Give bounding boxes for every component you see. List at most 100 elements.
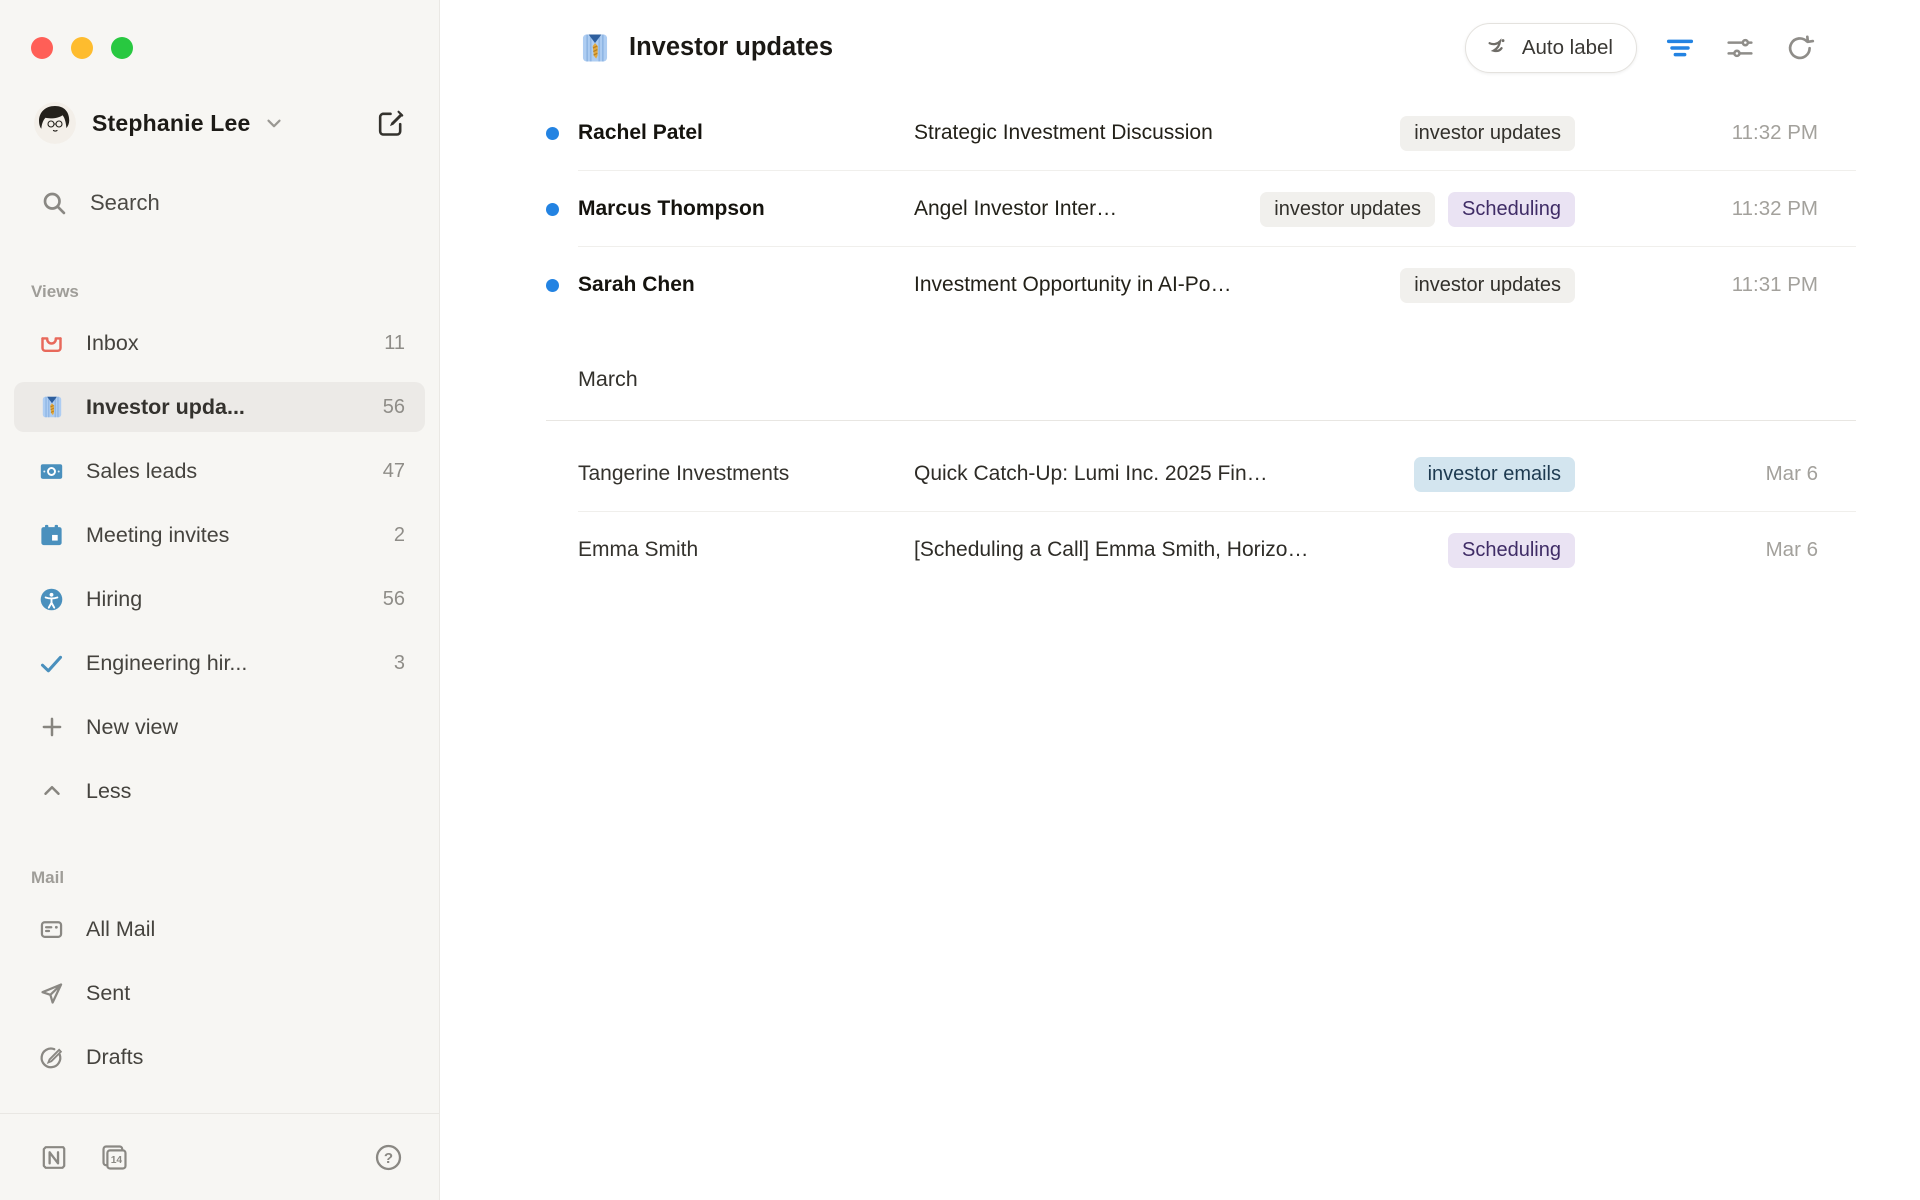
check-icon xyxy=(38,650,65,677)
views-section-label: Views xyxy=(31,282,439,302)
necktie-icon xyxy=(38,394,65,421)
date-group-label: March xyxy=(578,367,638,391)
email-sender: Tangerine Investments xyxy=(578,462,914,486)
email-subject: Investment Opportunity in AI-Po… xyxy=(914,273,1400,297)
drafts-icon xyxy=(38,1044,65,1071)
label-tag[interactable]: investor updates xyxy=(1260,192,1435,227)
help-icon[interactable]: ? xyxy=(374,1143,403,1172)
unread-count-badge: 56 xyxy=(383,588,405,611)
all-mail-icon xyxy=(38,916,65,943)
money-icon xyxy=(38,458,65,485)
email-sender: Sarah Chen xyxy=(578,273,914,297)
sidebar-item-label: Hiring xyxy=(86,587,142,612)
new-view-button[interactable]: New view xyxy=(14,702,425,752)
sidebar-item-investor-updates[interactable]: Investor upda... 56 xyxy=(14,382,425,432)
sidebar-item-sent[interactable]: Sent xyxy=(14,968,425,1018)
email-time: Mar 6 xyxy=(1575,462,1818,486)
search-input[interactable]: Search xyxy=(40,180,160,226)
less-button[interactable]: Less xyxy=(14,766,425,816)
sidebar-item-label: Inbox xyxy=(86,331,139,356)
close-window-button[interactable] xyxy=(31,37,53,59)
notion-calendar-icon[interactable]: 14 xyxy=(99,1142,130,1173)
sidebar-item-meeting-invites[interactable]: Meeting invites 2 xyxy=(14,510,425,560)
chevron-down-icon[interactable] xyxy=(263,112,285,134)
sidebar-item-engineering-hiring[interactable]: Engineering hir... 3 xyxy=(14,638,425,688)
page-title: Investor updates xyxy=(629,33,833,62)
sidebar-item-drafts[interactable]: Drafts xyxy=(14,1032,425,1082)
sliders-icon[interactable] xyxy=(1723,31,1757,65)
unread-count-badge: 11 xyxy=(384,332,405,355)
unread-dot xyxy=(546,127,559,140)
mail-section-label: Mail xyxy=(31,868,439,888)
sidebar-item-label: Sent xyxy=(86,981,130,1006)
sidebar-item-label: Engineering hir... xyxy=(86,651,247,676)
sent-icon xyxy=(38,980,65,1007)
email-row[interactable]: Tangerine Investments Quick Catch-Up: Lu… xyxy=(440,436,1920,512)
email-time: 11:31 PM xyxy=(1575,273,1818,297)
calendar-icon xyxy=(38,522,65,549)
hiring-icon xyxy=(38,586,65,613)
unread-count-badge: 2 xyxy=(394,524,405,547)
window-controls xyxy=(31,37,133,59)
email-sender: Emma Smith xyxy=(578,538,914,562)
minimize-window-button[interactable] xyxy=(71,37,93,59)
label-tag[interactable]: Scheduling xyxy=(1448,533,1575,568)
refresh-icon[interactable] xyxy=(1783,31,1817,65)
search-placeholder: Search xyxy=(90,190,160,216)
sidebar-item-hiring[interactable]: Hiring 56 xyxy=(14,574,425,624)
compose-icon[interactable] xyxy=(375,108,406,139)
sidebar-item-label: Sales leads xyxy=(86,459,197,484)
mail-list-pane: Investor updates Auto label xyxy=(440,0,1920,1200)
email-time: Mar 6 xyxy=(1575,538,1818,562)
email-row[interactable]: Marcus Thompson Angel Investor Inter… in… xyxy=(440,171,1920,247)
account-name[interactable]: Stephanie Lee xyxy=(92,110,251,137)
necktie-icon xyxy=(578,31,612,65)
date-group-header: March xyxy=(440,323,1920,420)
auto-label-button[interactable]: Auto label xyxy=(1465,23,1637,73)
email-subject: Angel Investor Inter… xyxy=(914,197,1260,221)
sidebar-footer: 14 ? xyxy=(0,1113,439,1200)
sidebar-item-inbox[interactable]: Inbox 11 xyxy=(14,318,425,368)
email-sender: Rachel Patel xyxy=(578,121,914,145)
sidebar-nav: Views Inbox 11 xyxy=(0,282,439,1096)
chevron-up-icon xyxy=(38,778,65,805)
unread-count-badge: 56 xyxy=(383,396,405,419)
unread-count-badge: 47 xyxy=(383,460,405,483)
auto-label-icon xyxy=(1484,34,1511,61)
view-header: Investor updates Auto label xyxy=(440,0,1920,95)
email-time: 11:32 PM xyxy=(1575,197,1818,221)
email-row[interactable]: Sarah Chen Investment Opportunity in AI-… xyxy=(440,247,1920,323)
new-view-label: New view xyxy=(86,715,178,740)
email-subject: Strategic Investment Discussion xyxy=(914,121,1400,145)
label-tag[interactable]: investor updates xyxy=(1400,268,1575,303)
email-list: Rachel Patel Strategic Investment Discus… xyxy=(440,95,1920,588)
label-tag[interactable]: investor updates xyxy=(1400,116,1575,151)
zoom-window-button[interactable] xyxy=(111,37,133,59)
sidebar-item-label: Meeting invites xyxy=(86,523,229,548)
sidebar-item-label: All Mail xyxy=(86,917,155,942)
label-tag[interactable]: investor emails xyxy=(1414,457,1575,492)
sidebar-item-all-mail[interactable]: All Mail xyxy=(14,904,425,954)
sidebar-item-label: Investor upda... xyxy=(86,395,245,420)
email-subject: [Scheduling a Call] Emma Smith, Horizo… xyxy=(914,538,1448,562)
calendar-date-badge: 14 xyxy=(111,1155,123,1166)
sidebar: Stephanie Lee Search Views xyxy=(0,0,440,1200)
label-tag[interactable]: Scheduling xyxy=(1448,192,1575,227)
filter-icon[interactable] xyxy=(1663,31,1697,65)
notion-mail-window: Stephanie Lee Search Views xyxy=(0,0,1920,1200)
sidebar-item-sales-leads[interactable]: Sales leads 47 xyxy=(14,446,425,496)
plus-icon xyxy=(38,714,65,741)
sidebar-item-label: Drafts xyxy=(86,1045,143,1070)
unread-count-badge: 3 xyxy=(394,652,405,675)
group-divider xyxy=(546,420,1856,421)
less-label: Less xyxy=(86,779,131,804)
avatar[interactable] xyxy=(34,102,76,144)
email-row[interactable]: Rachel Patel Strategic Investment Discus… xyxy=(440,95,1920,171)
email-sender: Marcus Thompson xyxy=(578,197,914,221)
email-row[interactable]: Emma Smith [Scheduling a Call] Emma Smit… xyxy=(440,512,1920,588)
inbox-icon xyxy=(38,330,65,357)
notion-logo-icon[interactable] xyxy=(38,1142,69,1173)
email-subject: Quick Catch-Up: Lumi Inc. 2025 Fin… xyxy=(914,462,1414,486)
help-glyph: ? xyxy=(384,1149,393,1166)
email-time: 11:32 PM xyxy=(1575,121,1818,145)
